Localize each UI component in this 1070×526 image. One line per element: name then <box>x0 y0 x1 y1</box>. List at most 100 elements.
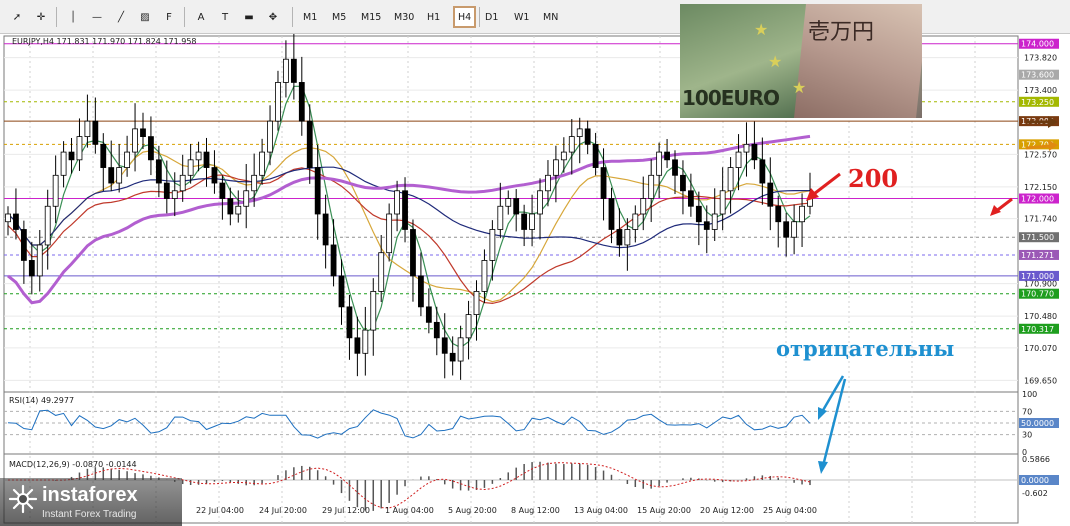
timeframe-m1-button[interactable]: M1 <box>300 6 320 28</box>
candle <box>425 306 432 323</box>
fibonacci-icon[interactable]: F <box>158 6 180 28</box>
candle <box>219 182 226 199</box>
candle <box>386 213 393 254</box>
candle <box>767 182 774 207</box>
candle <box>211 167 218 184</box>
price-tag: 171.000 <box>1019 270 1059 281</box>
svg-text:171.271: 171.271 <box>1021 251 1054 260</box>
price-tag: 174.000 <box>1019 38 1059 49</box>
star-icon: ★ <box>768 52 783 71</box>
candle <box>92 120 99 145</box>
candle <box>203 151 210 168</box>
shapes-icon[interactable]: ✥ <box>262 6 284 28</box>
candle <box>783 221 790 238</box>
candle <box>410 229 416 277</box>
horizontal-line-icon[interactable]: — <box>86 6 108 28</box>
candle <box>775 205 782 223</box>
star-icon: ★ <box>754 20 769 39</box>
arrow-172700 <box>1025 144 1051 150</box>
text-icon[interactable]: A <box>190 6 212 28</box>
timeframe-mn-button[interactable]: MN <box>540 6 561 28</box>
candle <box>362 329 369 354</box>
logo-tagline: Instant Forex Trading <box>42 509 137 520</box>
time-axis-label: 5 Aug 20:00 <box>448 506 497 515</box>
candle <box>560 151 567 161</box>
candle <box>719 190 726 215</box>
trendline-icon[interactable]: ╱ <box>110 6 132 28</box>
timeframe-d1-button[interactable]: D1 <box>482 6 501 28</box>
candle <box>576 128 583 138</box>
candle <box>727 167 734 192</box>
channel-icon[interactable]: ▨ <box>134 6 156 28</box>
candle <box>648 174 655 199</box>
text-label-icon[interactable]: T <box>214 6 236 28</box>
candle <box>441 337 448 354</box>
candle <box>433 321 440 339</box>
vertical-line-icon[interactable]: │ <box>62 6 84 28</box>
price-axis-label: 172.570 <box>1024 150 1057 159</box>
candle <box>132 128 138 153</box>
candle <box>68 151 75 161</box>
candle <box>473 290 480 316</box>
candle <box>283 58 289 83</box>
candle <box>568 136 575 153</box>
price-axis-label: 169.650 <box>1024 376 1057 385</box>
timeframe-m5-button[interactable]: M5 <box>329 6 349 28</box>
candle <box>608 198 615 230</box>
candle <box>60 151 67 176</box>
candle <box>687 190 694 207</box>
rsi-tag: 50.0000 <box>1019 418 1059 428</box>
price-tag: 170.770 <box>1019 288 1059 299</box>
timeframe-w1-button[interactable]: W1 <box>511 6 532 28</box>
candle <box>290 58 297 83</box>
candle <box>457 337 464 362</box>
macd-axis-label: -0.602 <box>1022 489 1048 498</box>
cursor-icon[interactable]: ➚ <box>6 6 28 28</box>
macd-axis-label: 0.5866 <box>1022 455 1050 464</box>
annotation-200: 200 <box>848 164 899 193</box>
candle <box>481 260 488 292</box>
candle <box>592 143 599 168</box>
candle <box>306 120 313 168</box>
rsi-axis-label: 100 <box>1022 390 1037 399</box>
timeframe-m30-button[interactable]: M30 <box>391 6 417 28</box>
candle <box>703 221 710 230</box>
candle <box>124 151 131 168</box>
candle <box>298 82 305 122</box>
chart-info: EURJPY,H4 171.831 171.970 171.824 171.95… <box>12 37 197 46</box>
candle <box>449 352 456 362</box>
candle <box>76 136 83 161</box>
candle <box>322 213 329 246</box>
candle <box>52 174 59 207</box>
candle <box>672 159 678 176</box>
time-axis-label: 24 Jul 20:00 <box>259 506 307 515</box>
candle <box>140 128 146 138</box>
timeframe-m15-button[interactable]: M15 <box>358 6 384 28</box>
candle <box>402 190 408 230</box>
rectangle-icon[interactable]: ▬ <box>238 6 260 28</box>
candle <box>108 167 115 184</box>
candle <box>711 213 718 230</box>
timeframe-h4-button[interactable]: H4 <box>453 6 477 28</box>
candle <box>195 151 202 161</box>
price-axis-label: 173.820 <box>1024 54 1057 63</box>
price-tag: 171.500 <box>1019 232 1059 243</box>
time-axis-label: 1 Aug 04:00 <box>385 506 434 515</box>
candle <box>155 159 162 184</box>
timeframe-h1-button[interactable]: H1 <box>424 6 443 28</box>
candle <box>640 198 647 215</box>
candle <box>13 213 19 230</box>
price-axis-label: 170.480 <box>1024 312 1057 321</box>
svg-text:171.000: 171.000 <box>1021 272 1054 281</box>
candle <box>28 260 35 277</box>
candle <box>163 182 170 199</box>
crosshair-icon[interactable]: ✛ <box>30 6 52 28</box>
candle <box>624 229 631 246</box>
candle <box>616 229 623 246</box>
candle <box>148 136 154 161</box>
candle <box>338 275 345 308</box>
candle <box>680 174 686 192</box>
price-tag: 171.271 <box>1019 249 1059 260</box>
candle <box>370 290 377 331</box>
svg-text:174.000: 174.000 <box>1021 40 1054 49</box>
